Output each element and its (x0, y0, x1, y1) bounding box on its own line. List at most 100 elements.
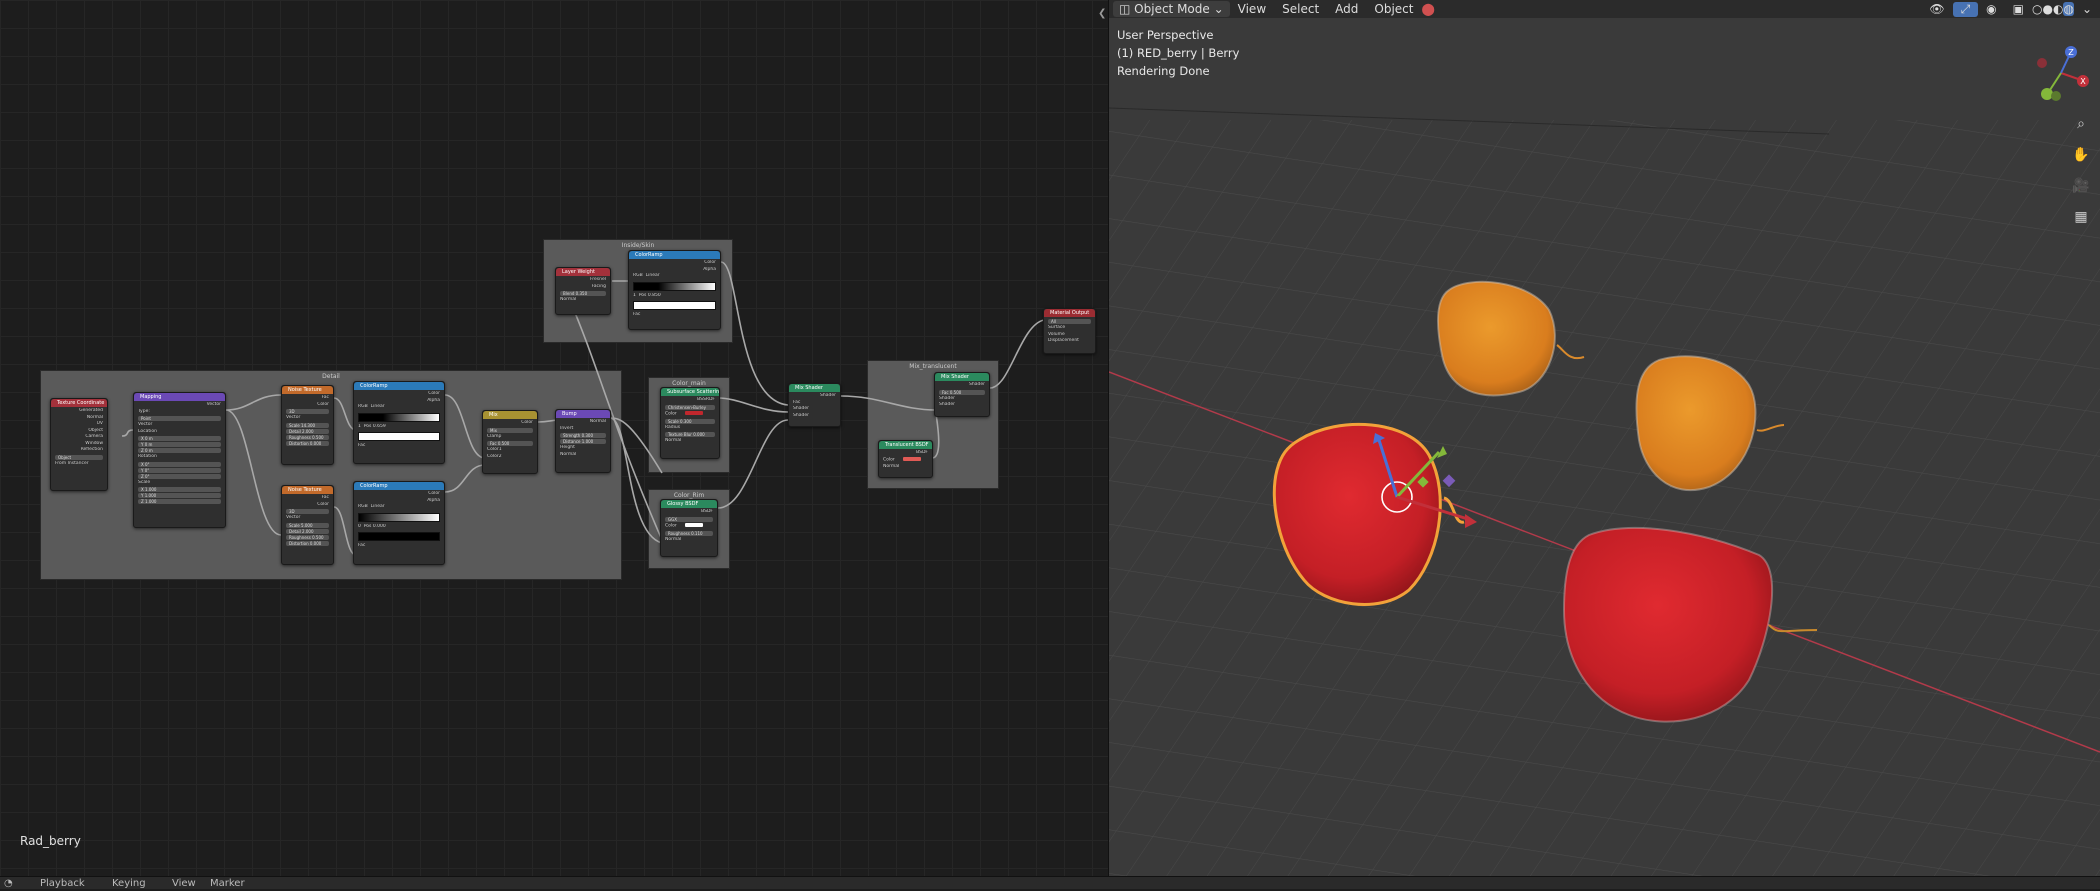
fac-field[interactable]: Fac 0.500 (939, 389, 985, 395)
scale-field[interactable]: Scale 0.300 (665, 418, 715, 424)
texture-blur-field[interactable]: Texture Blur 0.000 (665, 432, 715, 437)
node-mix[interactable]: Mix Color Mix Clamp Fac 0.500 Color1 Col… (482, 410, 538, 474)
scale-z[interactable]: Z 1.000 (138, 499, 221, 504)
color-ramp-widget[interactable] (358, 512, 440, 522)
color-swatch[interactable] (902, 456, 921, 461)
stop-color[interactable] (358, 432, 440, 441)
node-material-output[interactable]: Material Output All Surface Volume Displ… (1043, 308, 1096, 354)
distribution-dropdown[interactable]: GGX (665, 516, 713, 522)
socket-vector[interactable]: Vector (286, 515, 329, 522)
stop-index[interactable]: 0 (358, 524, 361, 529)
interpolation[interactable]: Linear (371, 404, 385, 409)
from-instancer-checkbox[interactable]: From Instancer (55, 461, 103, 468)
roughness-field[interactable]: Roughness 0.500 (286, 534, 329, 540)
clamp-checkbox[interactable]: Clamp (487, 434, 533, 441)
socket-bssrdf[interactable]: BSSRDF (665, 397, 715, 404)
scale-field[interactable]: Scale 14.300 (286, 422, 329, 428)
node-noise-texture-2[interactable]: Noise Texture Fac Color 3D Vector Scale … (281, 485, 334, 565)
color-socket[interactable]: Color (883, 456, 928, 464)
color-swatch[interactable] (684, 410, 703, 415)
roughness-field[interactable]: Roughness 0.110 (665, 530, 713, 536)
stop-index[interactable]: 1 (633, 293, 636, 298)
mode-dropdown[interactable]: ◫ Object Mode ⌄ (1113, 1, 1230, 17)
editor-type-icon[interactable]: ◔ (4, 877, 13, 891)
node-mix-shader-2[interactable]: Mix Shader Shader Fac 0.500 Shader Shade… (934, 372, 990, 417)
socket-normal-in[interactable]: Normal (560, 452, 606, 459)
node-layer-weight[interactable]: Layer Weight Fresnel Facing Blend 0.350 … (555, 267, 611, 315)
socket-reflection[interactable]: Reflection (55, 447, 103, 454)
color-socket[interactable]: Color (665, 410, 715, 418)
socket-color[interactable]: Color (286, 402, 329, 409)
color-mode[interactable]: RGB (633, 273, 643, 278)
shading-wireframe-icon[interactable]: ○ (2032, 2, 2042, 16)
scale-x[interactable]: X 1.000 (138, 487, 221, 492)
node-mix-shader-1[interactable]: Mix Shader Shader Fac Shader Shader (788, 383, 841, 427)
roughness-field[interactable]: Roughness 0.500 (286, 434, 329, 440)
3d-viewport[interactable]: ◫ Object Mode ⌄ View Select Add Object ⬤… (1109, 0, 2100, 876)
menu-select[interactable]: Select (1274, 2, 1327, 16)
distance-field[interactable]: Distance 1.000 (560, 439, 606, 444)
xray-icon[interactable]: ▣ (2005, 2, 2032, 16)
dimensions-dropdown[interactable]: 3D (286, 509, 329, 514)
rotation-y[interactable]: Y 0° (138, 467, 221, 473)
socket-shader-out[interactable]: Shader (939, 382, 985, 389)
blend-field[interactable]: Blend 0.350 (560, 291, 606, 296)
overlay-toggle-icon[interactable]: ◉ (1978, 2, 2004, 16)
target-dropdown[interactable]: All (1048, 319, 1091, 324)
shading-rendered-icon[interactable]: ◍ (2063, 2, 2074, 16)
socket-shader-2[interactable]: Shader (793, 413, 836, 420)
hand-icon[interactable]: ✋ (2070, 144, 2092, 166)
stop-position[interactable]: 1 Pos 0.659 (358, 424, 440, 431)
gizmo-neg-y-icon[interactable] (2051, 91, 2061, 101)
pos-value[interactable]: 0.850 (648, 293, 661, 298)
gizmo-toggle-icon[interactable]: ⤢ (1952, 1, 1979, 17)
node-glossy-bsdf[interactable]: Glossy BSDF BSDF GGX Color Roughness 0.1… (660, 499, 718, 557)
socket-vector[interactable]: Vector (286, 415, 329, 422)
socket-shader-2[interactable]: Shader (939, 402, 985, 409)
rotation-z[interactable]: Z 0° (138, 473, 221, 479)
gizmo-neg-x-icon[interactable] (2037, 58, 2047, 68)
distortion-field[interactable]: Distortion 0.000 (286, 540, 329, 546)
socket-bsdf[interactable]: BSDF (665, 509, 713, 516)
location-z[interactable]: Z 0 m (138, 448, 221, 453)
fac-field[interactable]: Fac 0.500 (487, 441, 533, 446)
scale-field[interactable]: Scale 5.000 (286, 522, 329, 528)
menu-object[interactable]: Object (1366, 2, 1421, 16)
dimensions-dropdown[interactable]: 3D (286, 409, 329, 414)
distortion-field[interactable]: Distortion 0.000 (286, 440, 329, 446)
socket-facing[interactable]: Facing (560, 284, 606, 291)
stop-color[interactable] (358, 532, 440, 541)
shading-solid-icon[interactable]: ● (2042, 2, 2052, 16)
menu-add[interactable]: Add (1327, 2, 1366, 16)
socket-color2[interactable]: Color2 (487, 454, 533, 461)
menu-marker[interactable]: Marker (210, 877, 245, 891)
normal-socket[interactable]: Normal (883, 464, 928, 471)
interpolation[interactable]: Linear (371, 504, 385, 509)
menu-view[interactable]: View (1230, 2, 1274, 16)
radius-socket[interactable]: Radius (665, 425, 715, 432)
type-dropdown[interactable]: Point (138, 416, 221, 421)
grid-icon[interactable]: ▦ (2070, 206, 2092, 228)
node-color-ramp-2[interactable]: ColorRamp Color Alpha RGB Linear 0 Pos 0… (353, 481, 445, 565)
blend-dropdown[interactable]: Mix (487, 427, 533, 433)
socket-color[interactable]: Color (286, 502, 329, 509)
node-color-ramp-3[interactable]: ColorRamp Color Alpha RGB Linear 1 Pos 0… (628, 250, 721, 330)
stop-position[interactable]: 1 Pos 0.850 (633, 293, 716, 300)
color-swatch[interactable] (684, 522, 703, 527)
node-editor[interactable]: Detail Inside/Skin Color_main Color_Rim … (0, 0, 1108, 876)
socket-fac[interactable]: Fac (633, 312, 716, 319)
collapse-arrow-icon[interactable]: ❮ (1098, 8, 1106, 19)
visibility-icon[interactable]: 👁 (1921, 2, 1952, 16)
ramp-mode[interactable]: RGB Linear (633, 273, 716, 280)
object-field[interactable]: Object (55, 454, 103, 460)
transform-pivot-icon[interactable]: ⬤ (1422, 2, 1435, 16)
ramp-mode[interactable]: RGB Linear (358, 504, 440, 511)
color-mode[interactable]: RGB (358, 404, 368, 409)
color-ramp-widget[interactable] (358, 412, 440, 422)
socket-fac[interactable]: Fac (358, 443, 440, 450)
falloff-dropdown[interactable]: Christensen-Burley (665, 404, 715, 410)
menu-playback[interactable]: Playback (40, 877, 85, 891)
menu-keying[interactable]: Keying (112, 877, 146, 891)
node-noise-texture-1[interactable]: Noise Texture Fac Color 3D Vector Scale … (281, 385, 334, 465)
stop-index[interactable]: 1 (358, 424, 361, 429)
